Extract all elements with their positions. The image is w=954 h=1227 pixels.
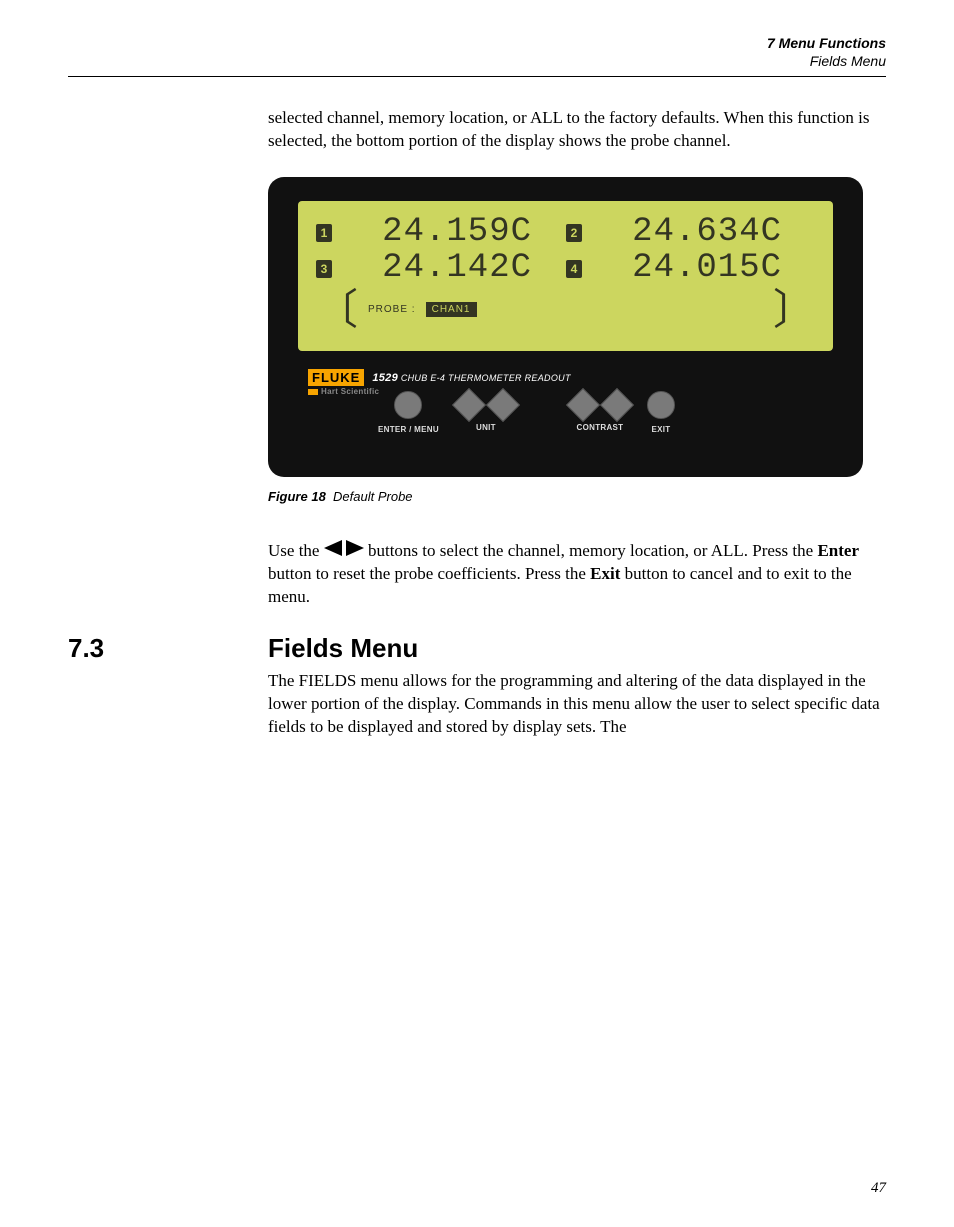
figure-caption-text: Default Probe	[333, 489, 413, 504]
down-arrow-button	[600, 388, 634, 422]
text: Use the	[268, 541, 324, 560]
readout-value: 24.634C	[592, 215, 782, 251]
hart-scientific-label: Hart Scientific	[308, 387, 379, 396]
model-number: 1529	[372, 372, 398, 384]
lcd-screen: 1 24.159C 2 24.634C 3 24.142C 4 24.015C …	[298, 201, 833, 351]
header-rule	[68, 76, 886, 77]
page-header: 7 Menu Functions Fields Menu	[68, 34, 886, 70]
enter-menu-button	[394, 391, 422, 419]
section-number: 7.3	[68, 633, 204, 664]
button-label: ENTER / MENU	[378, 425, 439, 434]
section-title: Fields Menu	[268, 633, 418, 664]
button-label: CONTRAST	[577, 423, 624, 432]
exit-text: Exit	[590, 564, 620, 583]
button-label: UNIT	[476, 423, 496, 432]
fluke-logo: FLUKE	[308, 369, 364, 386]
channel-badge: 1	[316, 224, 332, 242]
page-number: 47	[871, 1180, 886, 1197]
intro-paragraph: selected channel, memory location, or AL…	[268, 107, 886, 153]
left-arrow-button	[452, 388, 486, 422]
section-heading: 7.3 Fields Menu	[68, 633, 886, 664]
model-name: CHUB E-4 THERMOMETER READOUT	[401, 373, 571, 383]
bracket-left: 〔	[316, 297, 358, 322]
channel-badge: 4	[566, 260, 582, 278]
device-buttons: ENTER / MENU UNIT CONTRAST	[378, 391, 675, 434]
figure-caption: Figure 18 Default Probe	[268, 489, 886, 504]
readout-value: 24.015C	[592, 251, 782, 287]
enter-text: Enter	[817, 541, 859, 560]
header-section: Fields Menu	[68, 52, 886, 70]
probe-label: PROBE :	[368, 304, 416, 315]
probe-selection: CHAN1	[426, 302, 477, 317]
bracket-right: 〕	[773, 297, 815, 322]
readout-value: 24.142C	[342, 251, 532, 287]
right-arrow-button	[486, 388, 520, 422]
usage-paragraph: Use the buttons to select the channel, m…	[268, 540, 886, 609]
left-arrow-icon	[324, 540, 342, 556]
section-body: The FIELDS menu allows for the programmi…	[268, 670, 886, 739]
device-figure: 1 24.159C 2 24.634C 3 24.142C 4 24.015C …	[268, 177, 863, 477]
brand-bar: FLUKE 1529 CHUB E-4 THERMOMETER READOUT …	[308, 369, 833, 386]
channel-badge: 2	[566, 224, 582, 242]
text: buttons to select the channel, memory lo…	[364, 541, 818, 560]
figure-label: Figure 18	[268, 489, 326, 504]
exit-button	[647, 391, 675, 419]
button-label: EXIT	[651, 425, 670, 434]
up-arrow-button	[566, 388, 600, 422]
model-label: 1529 CHUB E-4 THERMOMETER READOUT	[372, 372, 570, 384]
header-chapter: 7 Menu Functions	[68, 34, 886, 52]
text: button to reset the probe coefficients. …	[268, 564, 590, 583]
channel-badge: 3	[316, 260, 332, 278]
readout-value: 24.159C	[342, 215, 532, 251]
right-arrow-icon	[346, 540, 364, 556]
